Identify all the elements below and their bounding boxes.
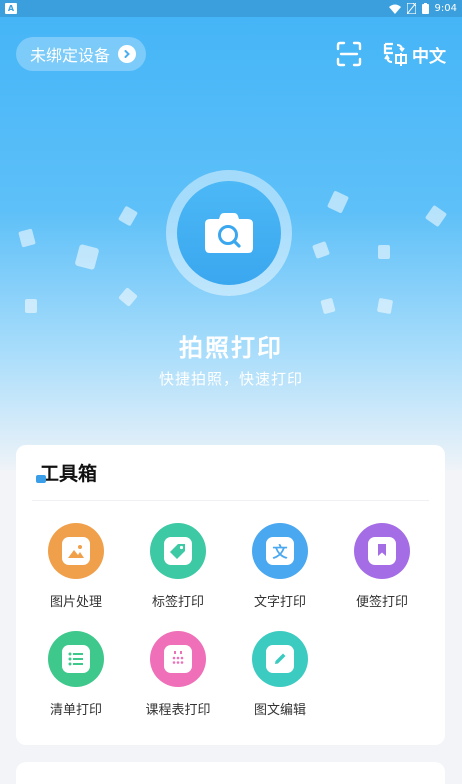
bookmark-icon [354,523,410,579]
device-status-button[interactable]: 未绑定设备 [16,37,147,71]
tool-list-print[interactable]: 清单打印 [24,631,128,718]
tool-graphic-edit[interactable]: 图文编辑 [228,631,332,718]
language-button[interactable]: 中文 [382,41,446,67]
paper-icon [312,241,330,259]
tool-label: 文字打印 [253,595,306,610]
tool-label: 图文编辑 [253,703,306,718]
text-icon: 文 [252,523,308,579]
hero-title: 拍照打印 [179,334,283,362]
bottom-card [16,762,445,784]
list-icon [48,631,104,687]
notification-icon: A [5,3,17,14]
tool-label: 便签打印 [355,595,408,610]
wifi-icon [388,4,401,14]
paper-icon [25,299,37,313]
tag-icon [150,523,206,579]
hero-subtitle: 快捷拍照，快速打印 [158,370,303,388]
language-label: 中文 [412,46,446,67]
tool-label: 图片处理 [49,595,102,610]
top-bar: 未绑定设备 中文 [16,36,446,72]
tool-label: 标签打印 [151,595,204,610]
paper-icon [18,228,36,248]
tool-text-print[interactable]: 文 文字打印 [228,523,332,610]
scan-icon[interactable] [336,41,362,67]
tool-schedule-print[interactable]: 课程表打印 [126,631,230,718]
paper-icon [320,298,336,314]
chevron-right-icon [118,45,137,63]
tool-label: 清单打印 [49,703,102,718]
tool-note-print[interactable]: 便签打印 [330,523,434,610]
toolbox-card: 工具箱 图片处理 标签打印 文 文字打印 便签打印 清单打印 课程表打印 图文编… [16,445,445,745]
title-accent-mark [36,475,46,483]
paper-icon [377,298,393,314]
paper-icon [425,205,447,227]
paper-icon [378,245,390,259]
tool-label-print[interactable]: 标签打印 [126,523,230,610]
photo-print-button[interactable] [166,170,292,296]
status-time: 9:04 [434,3,457,14]
no-sim-icon [406,3,416,14]
tool-label: 课程表打印 [145,703,211,718]
image-icon [48,523,104,579]
tool-image-processing[interactable]: 图片处理 [24,523,128,610]
status-bar: A 9:04 [0,0,462,17]
calendar-icon [150,631,206,687]
translate-icon [383,42,407,66]
battery-icon [421,3,429,14]
paper-icon [118,206,138,226]
edit-icon [252,631,308,687]
paper-icon [75,244,99,270]
paper-icon [327,191,349,213]
paper-icon [118,287,138,307]
camera-icon [205,213,253,253]
device-status-label: 未绑定设备 [30,46,111,65]
